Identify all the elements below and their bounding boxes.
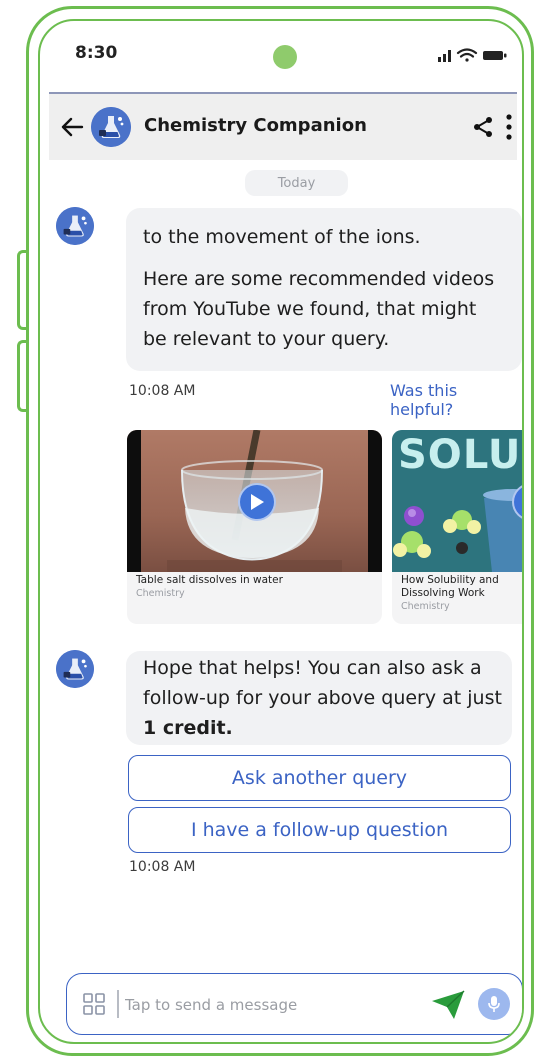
video-card[interactable]: Table salt dissolves in water Chemistry [127, 430, 382, 624]
chat-header: Chemistry Companion [49, 94, 517, 160]
signal-icon [438, 50, 451, 62]
date-separator: Today [245, 170, 348, 196]
flask-icon [56, 207, 94, 245]
message-time: 10:08 AM [129, 383, 196, 399]
was-this-helpful-link[interactable]: Was this helpful? [390, 381, 522, 419]
mic-button[interactable] [478, 988, 510, 1020]
bot-avatar [56, 207, 94, 245]
back-arrow-icon[interactable] [60, 116, 84, 138]
message-text: Here are some recommended videos from Yo… [143, 268, 495, 350]
play-button[interactable] [238, 483, 276, 521]
message-input[interactable] [125, 992, 415, 1018]
play-icon [251, 494, 264, 510]
battery-icon [483, 51, 507, 60]
credit-text: 1 credit. [143, 717, 233, 739]
video-title: Table salt dissolves in water [136, 574, 283, 586]
chat-title: Chemistry Companion [144, 115, 367, 136]
message-text-main: Hope that helps! You can also ask a foll… [143, 657, 502, 709]
message-time: 10:08 AM [129, 859, 196, 875]
message-composer [66, 973, 522, 1035]
message-bubble: to the movement of the ions. Here are so… [126, 208, 522, 371]
camera-dot [273, 45, 297, 69]
message-text: to the movement of the ions. [143, 226, 421, 248]
video-card[interactable]: SOLUB How Solubility and Dissolving Work… [392, 430, 524, 624]
wifi-icon [456, 48, 478, 62]
message-bubble: Hope that helps! You can also ask a foll… [126, 651, 512, 745]
play-icon [523, 493, 524, 511]
more-vertical-icon[interactable] [503, 113, 515, 141]
thumbnail-title: SOLUB [398, 432, 522, 478]
share-icon[interactable] [472, 116, 494, 138]
ask-another-query-button[interactable]: Ask another query [128, 755, 511, 801]
status-icons [438, 48, 507, 62]
status-time: 8:30 [75, 43, 118, 63]
video-category: Chemistry [401, 601, 450, 612]
bot-avatar [56, 650, 94, 688]
bot-avatar [91, 107, 131, 147]
message-text: Hope that helps! You can also ask a foll… [143, 653, 504, 743]
composer-divider [117, 990, 119, 1018]
video-title: How Solubility and Dissolving Work [401, 574, 499, 599]
flask-icon [91, 107, 131, 147]
mic-icon [488, 996, 500, 1012]
phone-screen: 8:30 Chemistry Companion Today to the mo… [38, 19, 524, 1044]
follow-up-question-button[interactable]: I have a follow-up question [128, 807, 511, 853]
send-icon[interactable] [430, 989, 466, 1021]
video-category: Chemistry [136, 588, 185, 599]
grid-icon[interactable] [83, 993, 105, 1015]
flask-icon [56, 650, 94, 688]
